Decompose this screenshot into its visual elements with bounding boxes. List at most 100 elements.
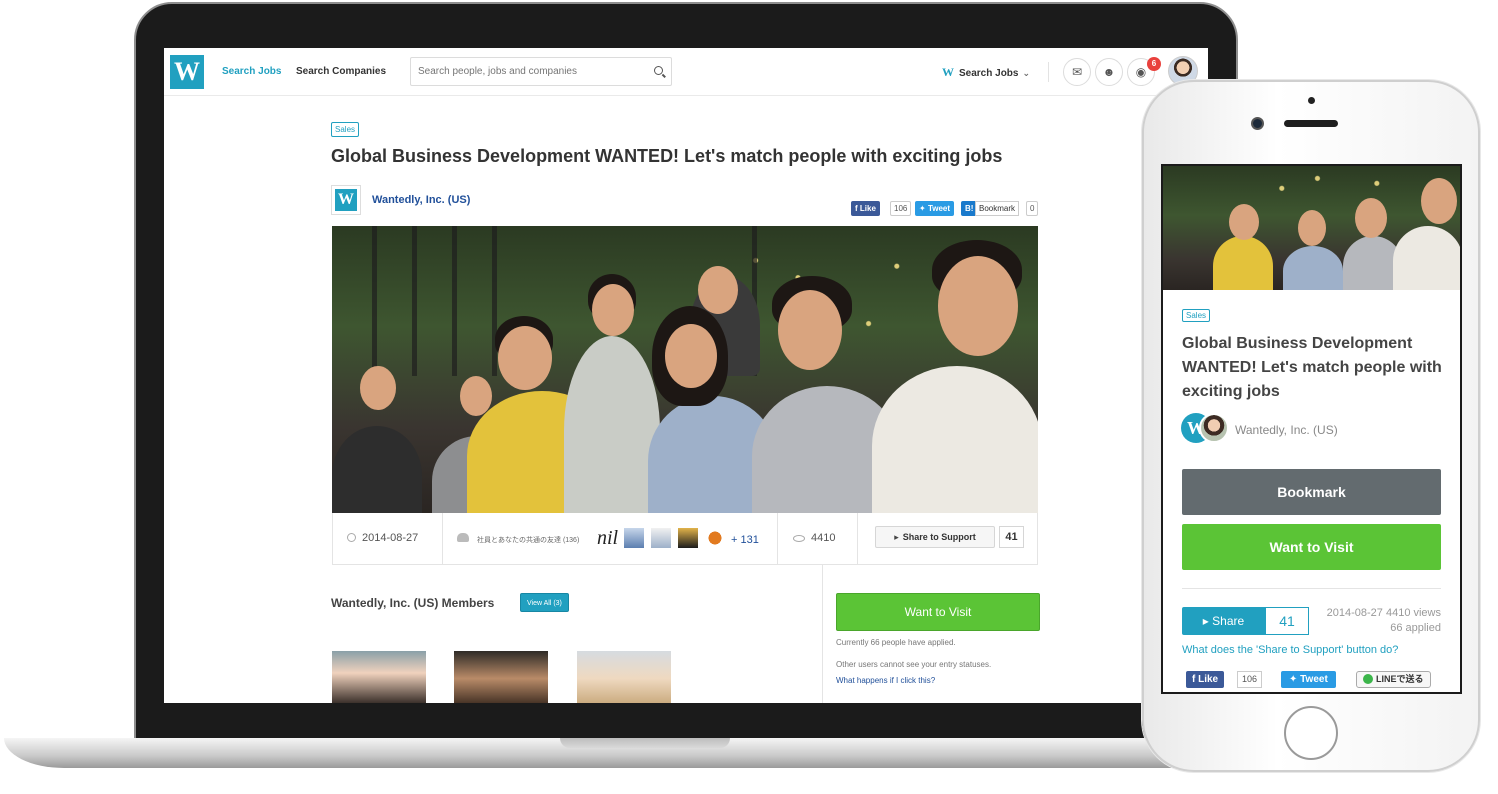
phone-home-button[interactable] xyxy=(1284,706,1338,760)
chevron-down-icon: ⌄ xyxy=(1022,68,1031,78)
laptop-screen: W Search Jobs Search Companies W Search J… xyxy=(164,48,1208,703)
phone-share-help-link[interactable]: What does the 'Share to Support' button … xyxy=(1182,644,1398,656)
phone-sensor xyxy=(1308,97,1315,104)
phone-speaker xyxy=(1284,120,1338,127)
phone-tweet-label: Tweet xyxy=(1300,674,1328,685)
share-to-support-button[interactable]: ▸ Share to Support xyxy=(875,526,995,548)
facebook-like-label: Like xyxy=(859,204,876,213)
line-icon xyxy=(1363,674,1373,684)
facebook-like-count: 106 xyxy=(890,201,912,216)
chat-icon[interactable]: ✉ xyxy=(1063,58,1091,86)
friend-avatar[interactable] xyxy=(650,527,672,549)
eye-icon xyxy=(793,535,805,542)
job-tag[interactable]: Sales xyxy=(331,122,360,137)
people-icon xyxy=(457,533,469,542)
megaphone-icon: ▸ xyxy=(894,532,899,542)
notification-badge: 6 xyxy=(1147,57,1161,71)
search-jobs-menu[interactable]: W Search Jobs ⌄ xyxy=(942,65,1030,80)
phone-want-to-visit-button[interactable]: Want to Visit xyxy=(1182,524,1441,570)
phone-hero-photo xyxy=(1163,166,1460,290)
share-to-support-label: Share to Support xyxy=(902,532,976,542)
phone-share-button[interactable]: ▸ Share xyxy=(1182,607,1265,635)
friend-avatar[interactable] xyxy=(677,527,699,549)
member-photo[interactable] xyxy=(332,651,426,703)
column-divider xyxy=(822,565,823,703)
friend-avatar-nil[interactable]: nil xyxy=(597,527,618,550)
photo-face xyxy=(360,366,396,410)
nav-search-companies[interactable]: Search Companies xyxy=(296,66,386,77)
laptop-notch xyxy=(560,738,730,748)
photo-face xyxy=(498,326,552,390)
photo-face xyxy=(938,256,1018,356)
search-box xyxy=(410,57,672,86)
photo-pillar xyxy=(452,226,457,376)
hatena-bookmark-count: 0 xyxy=(1026,201,1039,216)
phone-line-share-button[interactable]: LINEで送る xyxy=(1356,671,1431,688)
search-icon[interactable] xyxy=(654,66,663,75)
more-friends-link[interactable]: + 131 xyxy=(731,534,759,546)
phone-member-avatar[interactable] xyxy=(1199,413,1229,443)
phone-share-count: 41 xyxy=(1265,607,1309,635)
privacy-note: Other users cannot see your entry status… xyxy=(836,660,992,669)
phone-facebook-like-label: Like xyxy=(1198,674,1219,685)
header-divider xyxy=(1048,62,1049,82)
photo-face xyxy=(592,284,634,336)
photo-pillar xyxy=(372,226,377,376)
member-photo[interactable] xyxy=(454,651,548,703)
view-all-members-button[interactable]: View All (3) xyxy=(520,593,569,612)
nav-search-jobs[interactable]: Search Jobs xyxy=(222,66,281,77)
phone-camera xyxy=(1251,117,1264,130)
view-count: 4410 xyxy=(811,532,836,544)
friend-avatar[interactable] xyxy=(623,527,645,549)
photo-person-white xyxy=(872,366,1038,513)
member-photo[interactable] xyxy=(577,651,671,703)
share-count: 41 xyxy=(999,526,1024,548)
phone-meta-date-views: 2014-08-27 4410 views xyxy=(1326,607,1441,619)
company-logo[interactable]: W xyxy=(331,185,361,215)
company-name-link[interactable]: Wantedly, Inc. (US) xyxy=(372,194,470,206)
tweet-button[interactable]: ✦ Tweet xyxy=(915,201,955,216)
photo-person xyxy=(332,426,422,513)
phone-screen: Sales Global Business Development WANTED… xyxy=(1161,164,1462,694)
search-jobs-menu-label: Search Jobs xyxy=(959,68,1019,79)
photo-pillar xyxy=(492,226,497,376)
facebook-like-button[interactable]: f Like xyxy=(851,201,880,216)
photo-person-blue xyxy=(1283,246,1343,290)
photo-face xyxy=(778,290,842,370)
wantedly-logo[interactable]: W xyxy=(170,55,204,89)
photo-face xyxy=(698,266,738,314)
phone-facebook-like-button[interactable]: f Like xyxy=(1186,671,1225,688)
phone-share-label: Share xyxy=(1212,614,1245,628)
phone-bookmark-button[interactable]: Bookmark xyxy=(1182,469,1441,515)
phone-company-name[interactable]: Wantedly, Inc. (US) xyxy=(1235,423,1338,437)
photo-person xyxy=(564,336,660,513)
clock-icon xyxy=(347,533,356,542)
hatena-bookmark-label[interactable]: Bookmark xyxy=(975,201,1020,216)
post-date: 2014-08-27 xyxy=(347,532,418,544)
photo-person-white xyxy=(1393,226,1460,290)
applied-count-text: Currently 66 people have applied. xyxy=(836,638,956,647)
phone-job-tag[interactable]: Sales xyxy=(1182,309,1211,322)
what-happens-link[interactable]: What happens if I click this? xyxy=(836,676,935,685)
want-to-visit-button[interactable]: Want to Visit xyxy=(836,593,1040,631)
tweet-label: Tweet xyxy=(927,204,951,213)
phone-tweet-button[interactable]: ✦ Tweet xyxy=(1281,671,1336,688)
phone-meta-applied: 66 applied xyxy=(1390,622,1441,634)
members-title: Wantedly, Inc. (US) Members xyxy=(331,596,495,610)
photo-person-yellow xyxy=(1213,236,1273,290)
photo-face xyxy=(1229,204,1259,240)
post-date-value: 2014-08-27 xyxy=(362,532,419,544)
user-icon[interactable]: ☻ xyxy=(1095,58,1123,86)
device-mockup: W Search Jobs Search Companies W Search J… xyxy=(0,0,1498,794)
search-input[interactable] xyxy=(411,58,641,85)
w-mini-icon: W xyxy=(942,65,954,79)
megaphone-icon: ▸ xyxy=(1202,614,1213,628)
phone-divider xyxy=(1182,588,1441,589)
photo-face xyxy=(1355,198,1387,238)
friend-avatar[interactable] xyxy=(704,527,726,549)
mutual-friends-text: 社員とあなたの共通の友達 (136) xyxy=(477,537,580,544)
phone-job-meta: 2014-08-27 4410 views 66 applied xyxy=(1313,606,1441,636)
photo-face xyxy=(665,324,717,388)
photo-face xyxy=(1421,178,1457,224)
page-title: Global Business Development WANTED! Let'… xyxy=(331,146,1003,166)
